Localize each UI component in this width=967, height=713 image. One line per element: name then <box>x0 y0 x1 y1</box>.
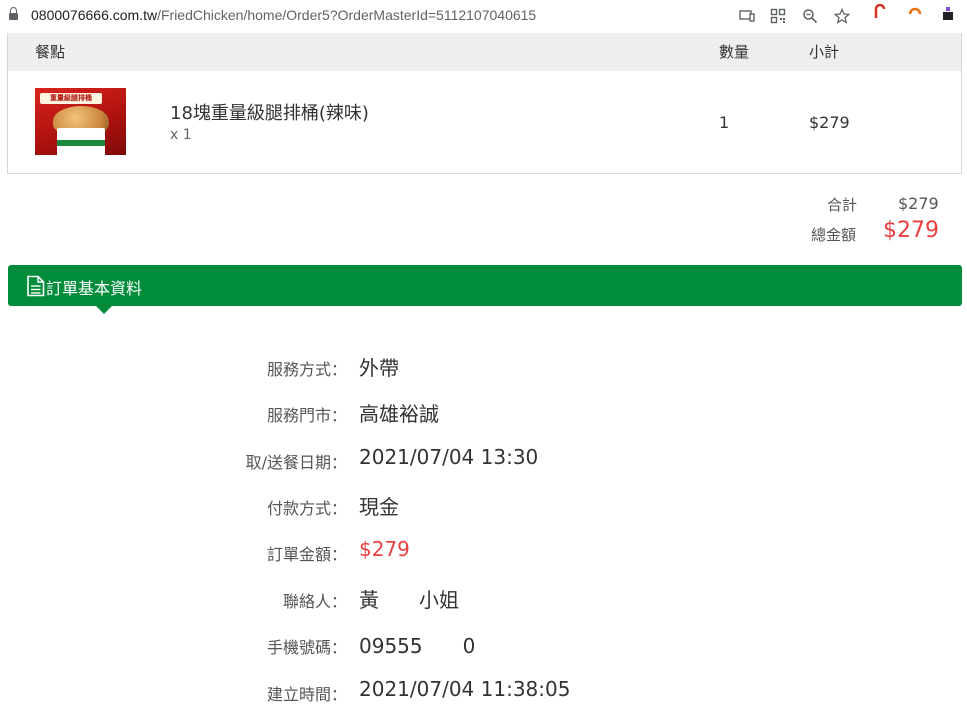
created-time-label: 建立時間： <box>266 685 347 704</box>
created-time-value: 2021/07/04 11:38:05 <box>359 677 571 701</box>
section-title: 訂單基本資料 <box>46 279 143 298</box>
column-header-item: 餐點 <box>35 43 66 61</box>
mobile-value: 09555 0 <box>359 634 476 658</box>
item-name: 18塊重量級腿排桶(辣味) <box>170 103 369 124</box>
sum-value: $279 <box>898 194 939 213</box>
sum-label: 合計 <box>827 196 858 214</box>
product-image-caption: 重量級腿排桶 <box>40 93 102 104</box>
bookmark-star-icon[interactable] <box>832 6 852 26</box>
item-subtotal: $279 <box>809 113 850 132</box>
lock-icon[interactable] <box>9 7 18 21</box>
item-quantity: 1 <box>719 113 730 132</box>
order-amount-label: 訂單金額： <box>266 545 347 564</box>
table-header: 餐點 數量 小計 <box>8 33 961 71</box>
product-image: 重量級腿排桶 <box>35 88 126 155</box>
service-type-label: 服務方式： <box>266 360 347 379</box>
mobile-label: 手機號碼： <box>266 638 347 657</box>
pickup-date-value: 2021/07/04 13:30 <box>359 445 539 469</box>
payment-method-value: 現金 <box>359 495 399 519</box>
qr-code-icon[interactable] <box>768 6 788 26</box>
cast-icon[interactable] <box>737 6 757 26</box>
grand-total-label: 總金額 <box>811 226 857 244</box>
zoom-icon[interactable] <box>800 6 820 26</box>
store-value: 高雄裕誠 <box>359 402 439 426</box>
item-quantity-note: x 1 <box>170 127 192 143</box>
url-field[interactable]: 0800076666.com.tw/FriedChicken/home/Orde… <box>31 7 536 23</box>
url-host: 0800076666.com.tw <box>31 7 158 23</box>
service-type-value: 外帶 <box>359 356 399 380</box>
browser-address-bar: 0800076666.com.tw/FriedChicken/home/Orde… <box>0 0 967 33</box>
extension-icon[interactable] <box>908 4 922 20</box>
extension-icon[interactable] <box>941 4 955 20</box>
table-row: 重量級腿排桶 18塊重量級腿排桶(辣味) x 1 1 $279 <box>8 71 961 173</box>
store-label: 服務門市： <box>266 406 347 425</box>
document-icon <box>27 275 45 297</box>
pickup-date-label: 取/送餐日期： <box>245 453 347 472</box>
order-items-table: 餐點 數量 小計 重量級腿排桶 18塊重量級腿排桶(辣味) x 1 1 $279 <box>7 33 962 174</box>
extension-icon[interactable] <box>873 3 887 20</box>
grand-total-value: $279 <box>883 218 939 243</box>
contact-label: 聯絡人： <box>282 592 347 611</box>
column-header-qty: 數量 <box>719 43 750 61</box>
order-amount-value: $279 <box>359 537 410 561</box>
column-header-subtotal: 小計 <box>809 43 840 61</box>
payment-method-label: 付款方式： <box>266 499 347 518</box>
section-pointer <box>96 306 112 314</box>
contact-value: 黃 小姐 <box>359 588 459 612</box>
order-info-section-header: 訂單基本資料 <box>8 265 962 314</box>
url-path: /FriedChicken/home/Order5?OrderMasterId=… <box>157 7 537 23</box>
